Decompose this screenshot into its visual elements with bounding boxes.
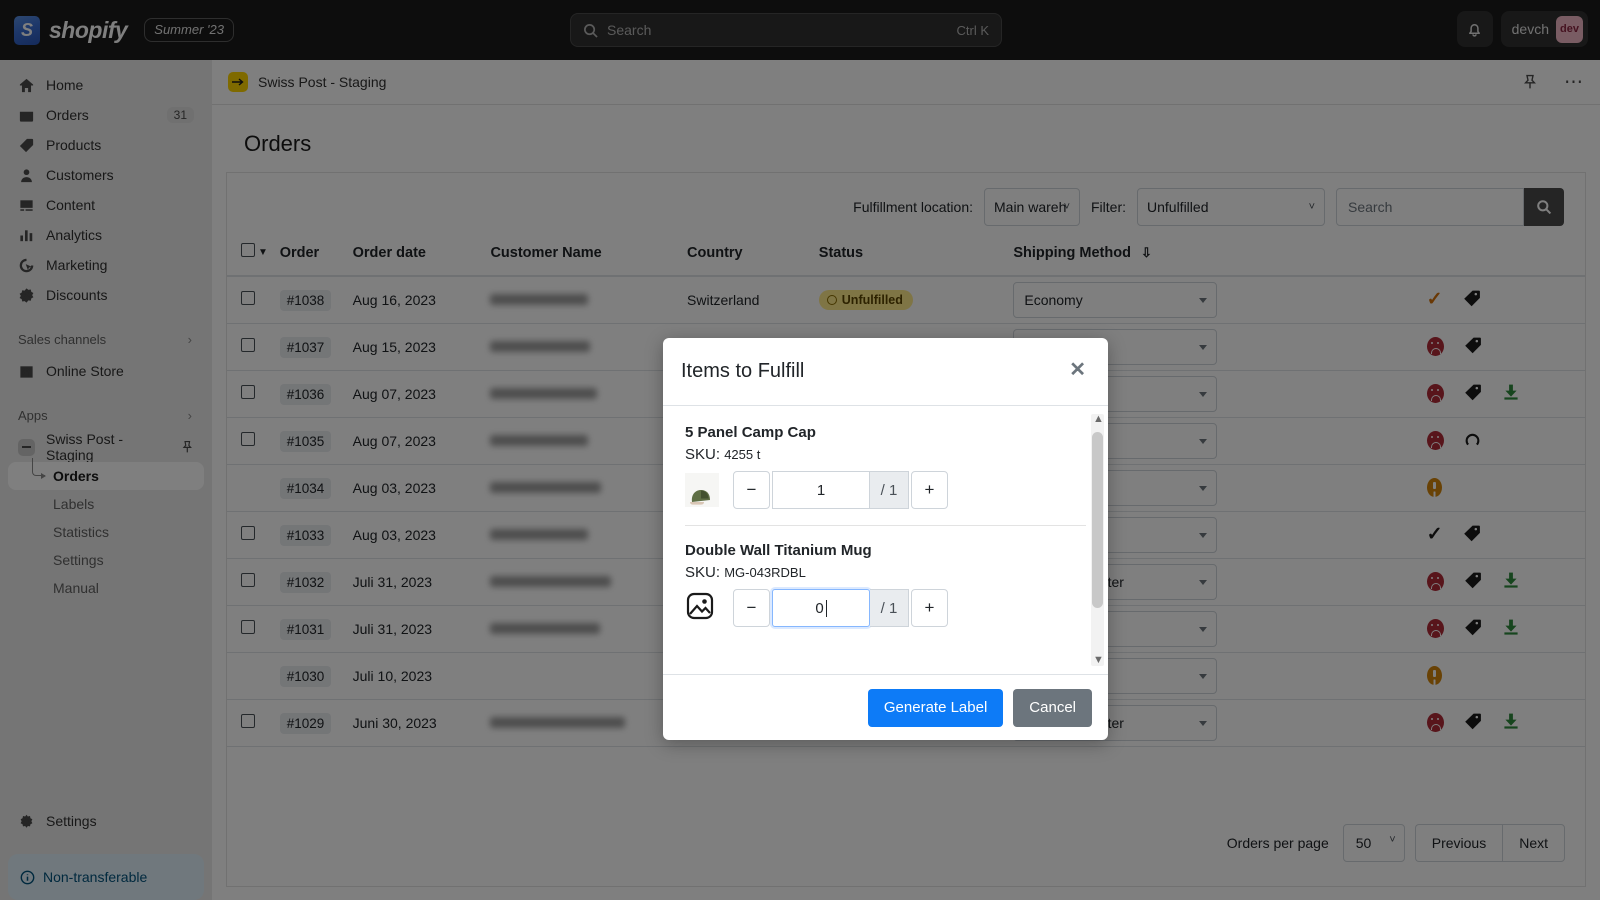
close-icon[interactable]: ✕ [1065,356,1090,387]
quantity-increase-button[interactable]: + [911,589,948,627]
text-cursor [826,600,827,617]
quantity-max-label: / 1 [870,471,909,509]
fulfill-item-name: 5 Panel Camp Cap [685,424,1086,441]
sku-value: 4255 t [724,447,760,462]
fulfill-item-row: − 1 / 1 + [685,471,1086,509]
quantity-input[interactable]: 0 [772,589,870,627]
quantity-input[interactable]: 1 [772,471,870,509]
sku-value: MG-043RDBL [724,565,806,580]
modal-scrollbar-thumb[interactable] [1092,432,1103,608]
modal-body: 5 Panel Camp Cap SKU: 4255 t −1/ 1 + Double … [663,406,1108,674]
modal-header: Items to Fulfill ✕ [663,338,1108,406]
image-placeholder-icon [685,591,719,625]
quantity-value: 0 [815,600,823,617]
modal-title: Items to Fulfill [681,360,1065,383]
fulfill-item-row: − 0 / 1 + [685,589,1086,627]
modal-footer: Generate Label Cancel [663,674,1108,740]
quantity-stepper: − 0 / 1 + [733,589,948,627]
quantity-decrease-button[interactable]: − [733,589,770,627]
app-root: shopify Summer '23 Search Ctrl K devch d… [0,0,1600,900]
cancel-button[interactable]: Cancel [1013,689,1092,727]
scroll-up-icon[interactable]: ▲ [1093,414,1104,425]
sku-label: SKU: [685,446,720,463]
scroll-down-icon[interactable]: ▼ [1093,655,1104,666]
sku-label: SKU: [685,564,720,581]
fulfill-item: Double Wall Titanium Mug SKU: MG-043RDBL −… [685,525,1086,643]
fulfill-item: 5 Panel Camp Cap SKU: 4255 t − 1 / 1 + [685,424,1086,525]
cap-thumbnail [685,473,719,507]
quantity-value: 1 [817,482,825,499]
modal-scrollbar[interactable]: ▲ ▼ [1091,414,1104,666]
quantity-max-label: / 1 [870,589,909,627]
fulfill-item-sku: SKU: MG-043RDBL [685,564,1086,581]
quantity-increase-button[interactable]: + [911,471,948,509]
items-to-fulfill-modal: Items to Fulfill ✕ 5 Panel Camp Cap SKU: … [663,338,1108,740]
fulfill-item-name: Double Wall Titanium Mug [685,542,1086,559]
fulfill-item-sku: SKU: 4255 t [685,446,1086,463]
generate-label-button[interactable]: Generate Label [868,689,1003,727]
fulfill-items-list: 5 Panel Camp Cap SKU: 4255 t −1/ 1 + Double … [685,424,1086,643]
quantity-stepper: − 1 / 1 + [733,471,948,509]
quantity-decrease-button[interactable]: − [733,471,770,509]
